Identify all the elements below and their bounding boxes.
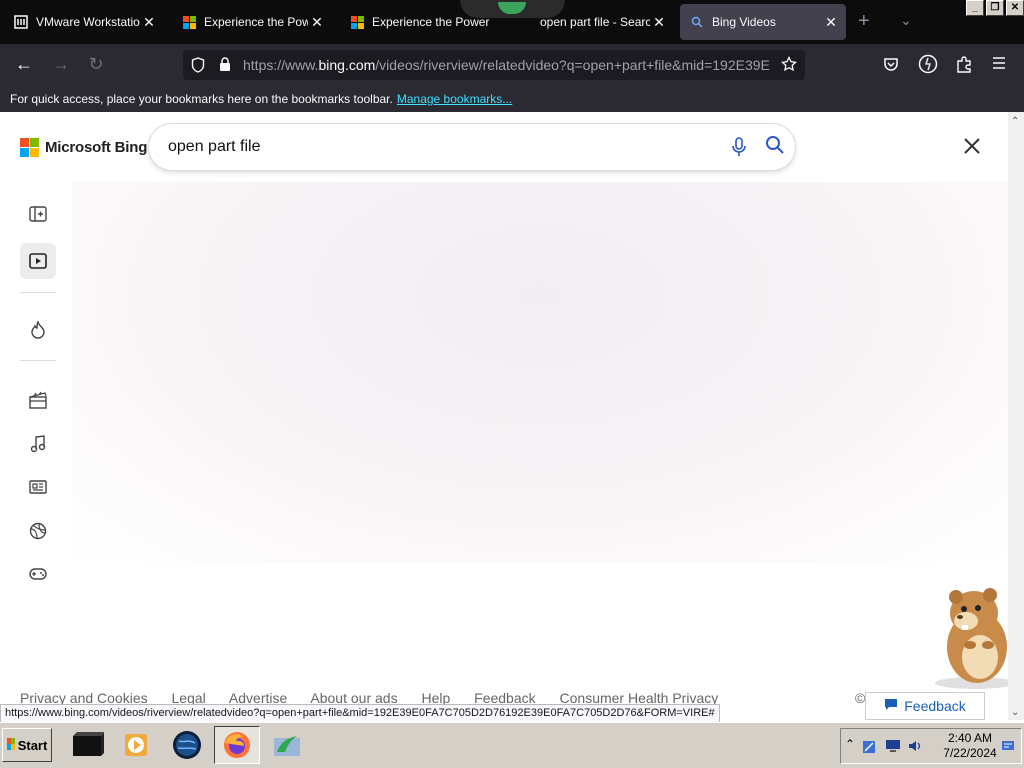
chevron-down-icon[interactable]: ⌄ — [900, 12, 912, 29]
bing-videos-page: Microsoft Bing open part file Privacy an… — [0, 112, 1008, 720]
taskbar-firefox[interactable] — [214, 726, 260, 764]
vm-toolbar-handle[interactable] — [460, 0, 565, 18]
reload-icon[interactable]: ↻ — [85, 54, 107, 75]
volume-tray-icon[interactable] — [907, 739, 923, 753]
minimize-icon[interactable]: _ — [966, 0, 984, 16]
feedback-label: Feedback — [904, 698, 966, 714]
pocket-icon[interactable] — [883, 56, 899, 77]
tab-title: VMware Workstation — [36, 15, 140, 29]
close-tab-icon[interactable]: ✕ — [140, 14, 158, 31]
news-icon[interactable] — [20, 469, 56, 505]
search-icon[interactable] — [765, 135, 785, 160]
add-tab-icon[interactable] — [20, 196, 56, 232]
account-icon[interactable] — [918, 54, 938, 79]
close-tab-icon[interactable]: ✕ — [308, 14, 326, 31]
logo-text: Microsoft Bing — [45, 139, 148, 156]
notification-icon[interactable] — [1001, 740, 1015, 752]
navigation-bar: ← → ↻ https://www.bing.com/videos/riverv… — [0, 44, 1024, 86]
shield-icon[interactable] — [191, 57, 205, 78]
close-tab-icon[interactable]: ✕ — [822, 14, 840, 31]
tab-bar: VMware Workstation ✕ Experience the Powe… — [0, 0, 1024, 44]
tab-title: Bing Videos — [712, 15, 776, 29]
search-input[interactable]: open part file — [168, 138, 261, 156]
microphone-icon[interactable] — [731, 137, 747, 162]
tab-vmware[interactable]: VMware Workstation ✕ — [4, 4, 164, 40]
start-button[interactable]: Start — [2, 728, 52, 762]
search-box[interactable]: open part file — [149, 124, 795, 170]
microsoft-logo-icon — [20, 138, 39, 157]
tab-bing-videos[interactable]: Bing Videos ✕ — [680, 4, 846, 40]
microsoft-icon — [350, 15, 364, 29]
feedback-button[interactable]: Feedback — [865, 692, 985, 720]
search-icon — [690, 15, 704, 29]
terminal-icon — [73, 732, 104, 756]
link-status-bar: https://www.bing.com/videos/riverview/re… — [0, 704, 720, 724]
forward-arrow-icon[interactable]: → — [50, 54, 72, 75]
taskbar-globe-app[interactable] — [164, 726, 210, 764]
new-tab-icon[interactable]: + — [858, 10, 870, 33]
sports-icon[interactable] — [20, 513, 56, 549]
windows-flag-icon — [6, 737, 15, 753]
bookmarks-hint: For quick access, place your bookmarks h… — [10, 92, 393, 106]
monitor-tray-icon[interactable] — [885, 739, 901, 753]
bing-logo[interactable]: Microsoft Bing — [20, 138, 147, 157]
taskbar-media-player[interactable] — [114, 726, 160, 764]
tab-experience-1[interactable]: Experience the Power ✕ — [172, 4, 332, 40]
vmware-icon — [14, 15, 28, 29]
start-label: Start — [17, 737, 48, 753]
movies-icon[interactable] — [20, 382, 56, 418]
microsoft-icon — [182, 15, 196, 29]
video-loading-area — [72, 182, 1008, 562]
menu-icon[interactable] — [991, 55, 1007, 76]
copyright: © — [855, 690, 866, 706]
tray-expand-icon[interactable]: ⌃ — [845, 737, 855, 751]
sidebar-divider — [20, 360, 56, 361]
gaming-icon[interactable] — [20, 556, 56, 592]
chat-icon — [884, 698, 898, 714]
clock-time: 2:40 AM — [947, 731, 993, 745]
firefox-icon — [224, 732, 250, 758]
tab-title: Experience the Power — [204, 15, 308, 29]
clock[interactable]: 2:40 AM 7/22/2024 — [939, 731, 1001, 761]
scroll-down-icon[interactable]: ⌄ — [1011, 707, 1019, 718]
app-icon — [274, 736, 300, 756]
page-scrollbar[interactable]: ⌃ ⌄ — [1008, 112, 1024, 720]
network-tray-icon[interactable] — [861, 739, 877, 755]
clock-date: 7/22/2024 — [943, 746, 997, 760]
system-tray: ⌃ 2:40 AM 7/22/2024 — [840, 728, 1022, 764]
media-player-icon — [125, 734, 147, 756]
url-bar[interactable]: https://www.bing.com/videos/riverview/re… — [183, 50, 805, 80]
bookmark-star-icon[interactable] — [781, 55, 797, 77]
extensions-icon[interactable] — [955, 55, 973, 78]
close-tab-icon[interactable]: ✕ — [650, 14, 668, 31]
close-icon[interactable] — [962, 136, 982, 161]
url-text: https://www.bing.com/videos/riverview/re… — [243, 57, 770, 73]
music-icon[interactable] — [20, 426, 56, 462]
close-icon[interactable]: ✕ — [1006, 0, 1024, 16]
bookmarks-toolbar: For quick access, place your bookmarks h… — [0, 86, 1024, 112]
sidebar-divider — [20, 292, 56, 293]
taskbar: Start ⌃ 2:40 AM 7/22/2024 — [0, 722, 1024, 768]
manage-bookmarks-link[interactable]: Manage bookmarks... — [397, 92, 512, 106]
window-controls: _ ❐ ✕ — [966, 0, 1024, 16]
trending-icon[interactable] — [20, 312, 56, 348]
back-arrow-icon[interactable]: ← — [13, 54, 35, 75]
restore-icon[interactable]: ❐ — [986, 0, 1004, 16]
video-icon[interactable] — [20, 243, 56, 279]
taskbar-terminal-app[interactable] — [64, 726, 110, 764]
globe-icon — [173, 731, 201, 759]
lock-icon[interactable] — [219, 57, 231, 77]
scroll-up-icon[interactable]: ⌃ — [1011, 116, 1019, 127]
taskbar-app-green[interactable] — [264, 726, 310, 764]
hamster-mascot-icon — [935, 588, 1008, 689]
